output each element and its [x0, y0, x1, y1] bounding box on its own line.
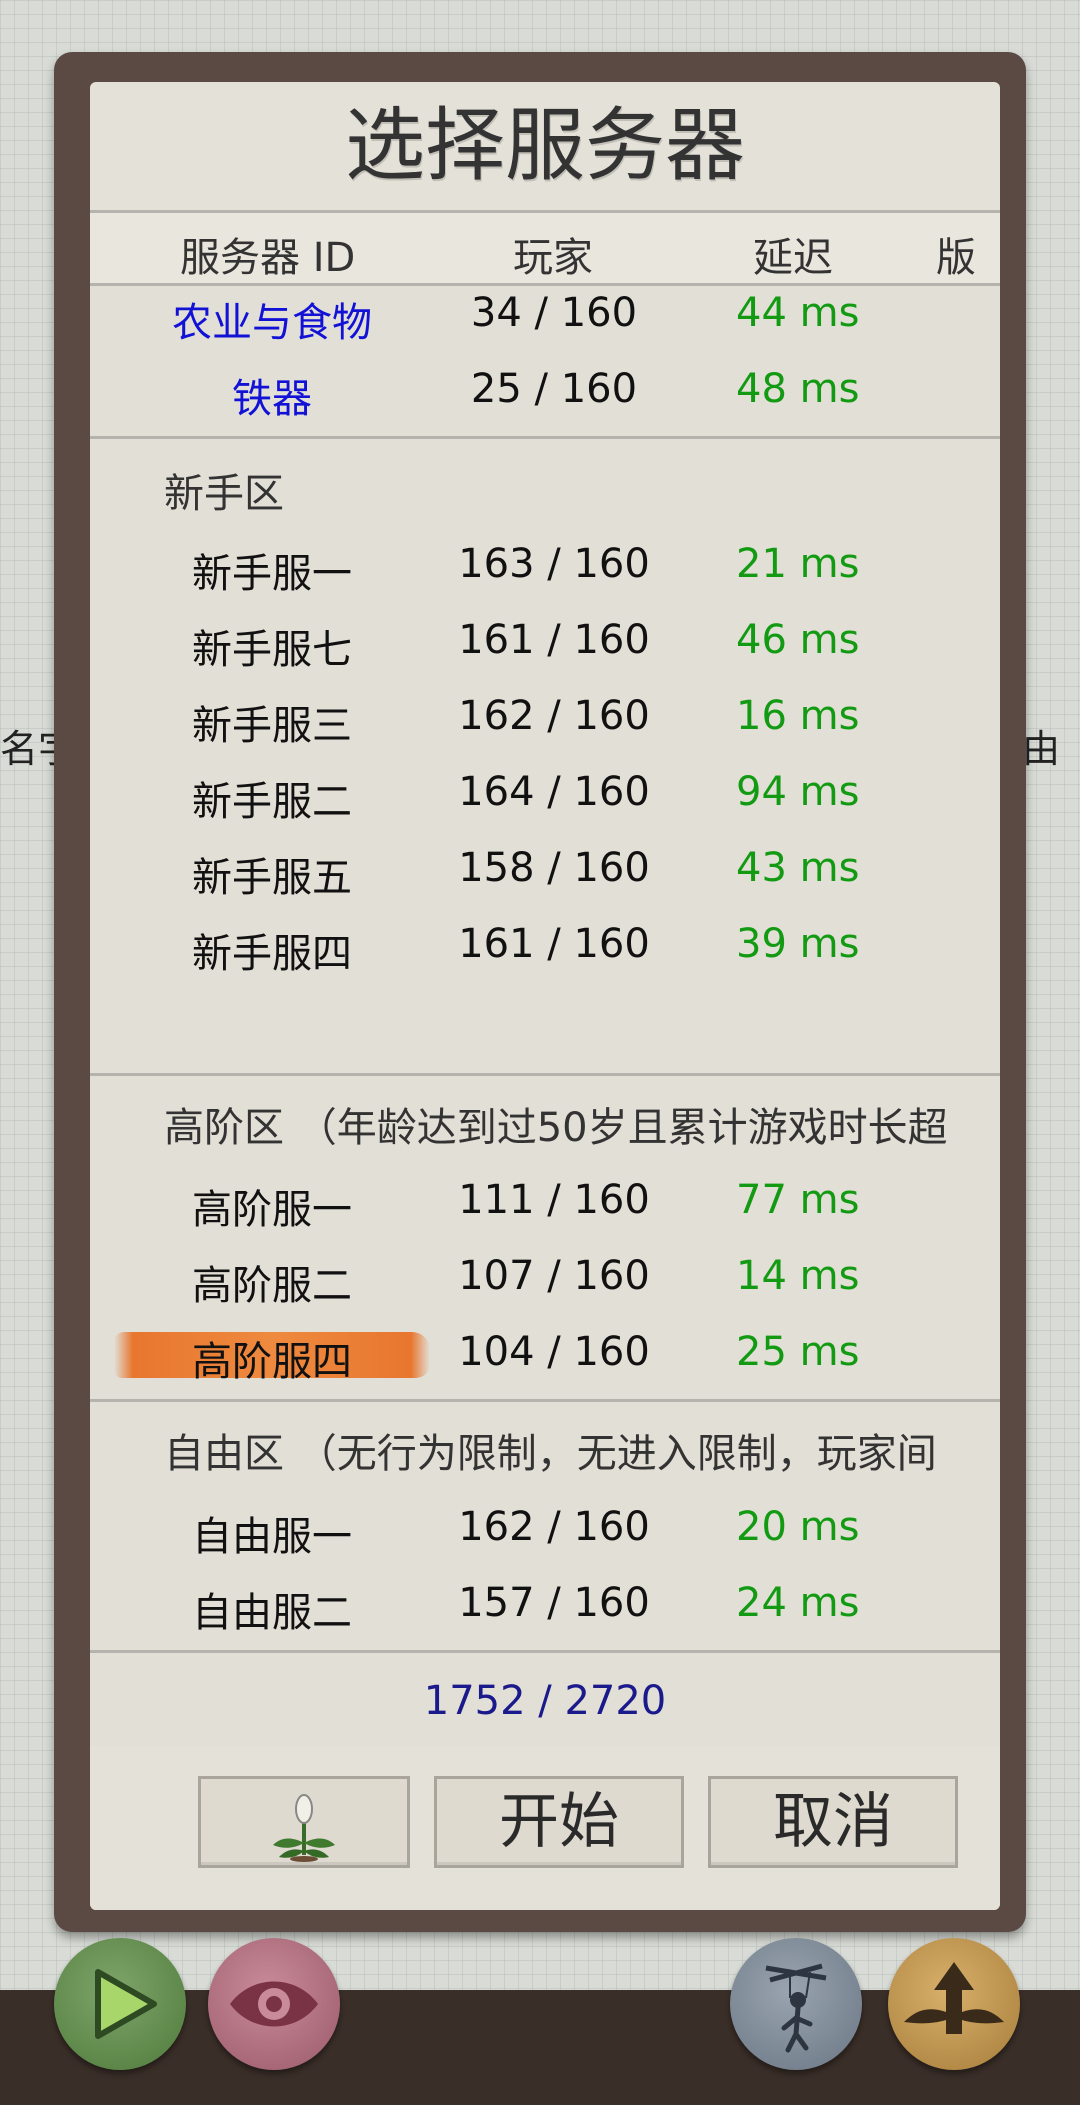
- puppet-icon: [730, 1963, 862, 2074]
- server-ping: 43 ms: [736, 845, 860, 891]
- server-name[interactable]: 高阶服二: [142, 1253, 402, 1311]
- server-ping: 77 ms: [736, 1177, 860, 1223]
- total-players: 1752 / 2720: [423, 1678, 667, 1724]
- server-ping: 48 ms: [736, 366, 860, 412]
- server-players: 163 / 160: [458, 541, 650, 587]
- server-players: 34 / 160: [470, 290, 638, 336]
- server-players: 158 / 160: [458, 845, 650, 891]
- section-divider: [90, 1650, 1000, 1653]
- column-header-server-id: 服务器 ID: [180, 235, 356, 281]
- server-players: 164 / 160: [458, 769, 650, 815]
- column-header-players: 玩家: [513, 235, 593, 281]
- server-ping: 21 ms: [736, 541, 860, 587]
- upgrade-button[interactable]: [888, 1938, 1020, 2070]
- server-ping: 94 ms: [736, 769, 860, 815]
- section-title-advanced: 高阶区 （年龄达到过50岁且累计游戏时长超: [164, 1105, 948, 1151]
- section-title-free: 自由区 （无行为限制，无进入限制，玩家间: [164, 1431, 937, 1477]
- start-button[interactable]: 开始: [434, 1776, 684, 1868]
- server-name[interactable]: 高阶服四: [142, 1329, 402, 1387]
- server-name[interactable]: 高阶服一: [142, 1177, 402, 1235]
- server-players: 162 / 160: [458, 693, 650, 739]
- server-name[interactable]: 自由服二: [142, 1580, 402, 1638]
- server-name[interactable]: 自由服一: [142, 1504, 402, 1562]
- server-ping: 24 ms: [736, 1580, 860, 1626]
- wings-arrow-icon: [888, 1962, 1020, 2074]
- server-players: 161 / 160: [458, 921, 650, 967]
- server-name[interactable]: 农业与食物: [142, 290, 402, 348]
- server-players: 161 / 160: [458, 617, 650, 663]
- server-players: 107 / 160: [458, 1253, 650, 1299]
- server-ping: 20 ms: [736, 1504, 860, 1550]
- dialog-footer: 开始 取消: [90, 1746, 1000, 1910]
- server-players: 111 / 160: [458, 1177, 650, 1223]
- server-players: 104 / 160: [458, 1329, 650, 1375]
- server-name[interactable]: 新手服一: [142, 541, 402, 599]
- plant-button[interactable]: [198, 1776, 410, 1868]
- server-name[interactable]: 新手服三: [142, 693, 402, 751]
- server-ping: 46 ms: [736, 617, 860, 663]
- server-ping: 44 ms: [736, 290, 860, 336]
- server-ping: 14 ms: [736, 1253, 860, 1299]
- cancel-button[interactable]: 取消: [708, 1776, 958, 1868]
- server-name[interactable]: 新手服五: [142, 845, 402, 903]
- section-divider: [90, 436, 1000, 439]
- server-players: 25 / 160: [470, 366, 638, 412]
- server-select-dialog: 选择服务器 服务器 ID 玩家 延迟 版本 农业与食物 34 / 160 44 …: [90, 82, 1000, 1910]
- eye-icon: [208, 1981, 340, 2074]
- server-players: 162 / 160: [458, 1504, 650, 1550]
- server-ping: 16 ms: [736, 693, 860, 739]
- server-ping: 39 ms: [736, 921, 860, 967]
- watch-button[interactable]: [208, 1938, 340, 2070]
- table-header: 服务器 ID 玩家 延迟 版本: [90, 210, 1000, 339]
- section-divider: [90, 1073, 1000, 1076]
- server-ping: 25 ms: [736, 1329, 860, 1375]
- background-label-right: 由: [1022, 727, 1061, 771]
- server-name[interactable]: 铁器: [142, 366, 402, 424]
- section-divider: [90, 1399, 1000, 1402]
- server-name[interactable]: 新手服四: [142, 921, 402, 979]
- server-name[interactable]: 新手服二: [142, 769, 402, 827]
- server-list[interactable]: 农业与食物 34 / 160 44 ms 铁器 25 / 160 48 ms 新…: [90, 286, 1000, 1749]
- puppet-button[interactable]: [730, 1938, 862, 2070]
- play-button[interactable]: [54, 1938, 186, 2070]
- plant-icon: [269, 1794, 339, 1878]
- dialog-title: 选择服务器: [345, 99, 745, 192]
- server-name[interactable]: 新手服七: [142, 617, 402, 675]
- server-players: 157 / 160: [458, 1580, 650, 1626]
- section-title-newbie: 新手区: [164, 471, 284, 517]
- play-icon: [54, 1969, 186, 2074]
- column-header-ping: 延迟: [753, 235, 833, 281]
